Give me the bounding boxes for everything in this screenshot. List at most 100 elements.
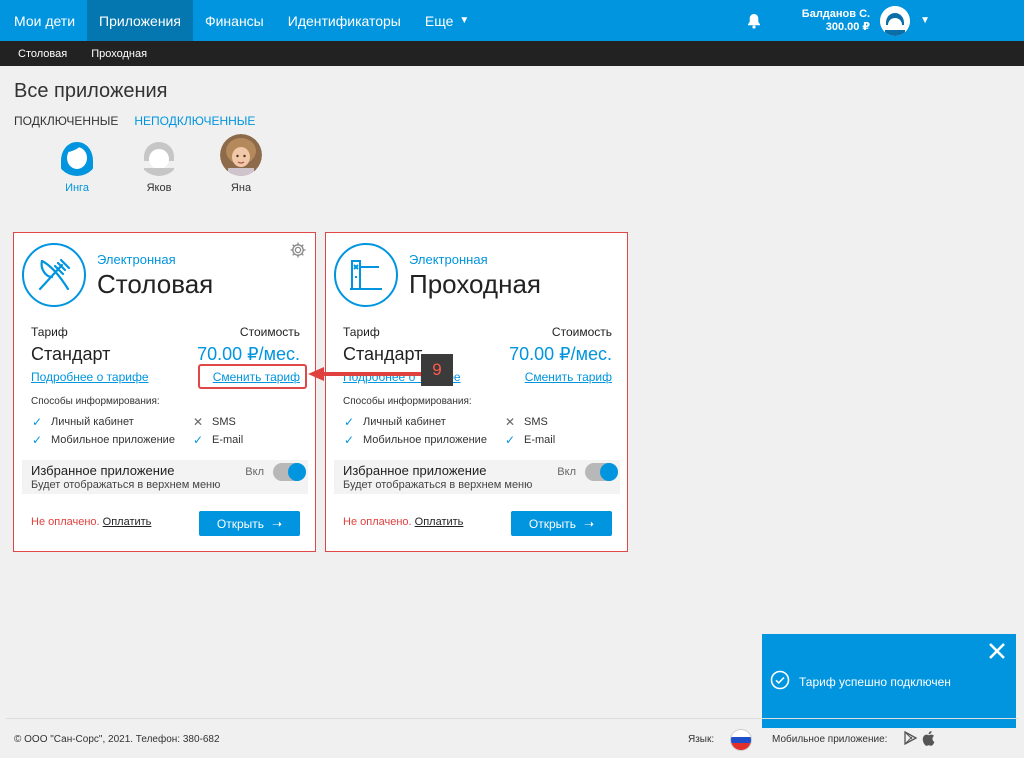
pay-link[interactable]: Оплатить <box>103 516 152 528</box>
nav-more-label: Еще <box>424 12 454 29</box>
mobile-app-label: Мобильное приложение: <box>772 734 888 745</box>
google-play-icon[interactable] <box>904 730 918 746</box>
app-card-checkpoint: Электронная Проходная Тариф Стоимость Ст… <box>325 232 628 552</box>
favorite-description: Будет отображаться в верхнем меню <box>31 479 221 491</box>
user-name: Балданов С. <box>801 7 871 20</box>
nav-apps[interactable]: Приложения <box>87 0 193 41</box>
change-tariff-link[interactable]: Сменить тариф <box>213 370 300 384</box>
flag-stripe-white <box>731 730 751 737</box>
user-info[interactable]: Балданов С. 300.00 ₽ <box>802 8 870 34</box>
nav-my-children-label: Мои дети <box>14 12 76 29</box>
check-icon: ✓ <box>31 433 43 447</box>
app-subtitle: Электронная <box>97 252 176 267</box>
child-name: Яков <box>146 182 172 194</box>
flag-stripe-blue <box>731 736 751 744</box>
favorite-description: Будет отображаться в верхнем меню <box>343 479 533 491</box>
cost-label: Стоимость <box>239 325 300 339</box>
option-mobile-app: ✓ Мобильное приложение <box>343 433 487 447</box>
favorite-app-row: Избранное приложение Будет отображаться … <box>334 460 620 494</box>
option-label: Мобильное приложение <box>51 434 175 446</box>
nav-my-children[interactable]: Мои дети <box>0 0 87 41</box>
subnav-canteen[interactable]: Столовая <box>6 48 79 60</box>
nav-more[interactable]: Еще ▼ <box>413 0 481 41</box>
child-yana[interactable]: Яна <box>200 134 282 194</box>
favorite-app-row: Избранное приложение Будет отображаться … <box>22 460 308 494</box>
close-icon[interactable] <box>988 642 1006 660</box>
app-title: Проходная <box>409 269 541 299</box>
annotation-arrow-icon <box>308 367 422 381</box>
option-label: SMS <box>212 416 236 428</box>
child-avatar <box>138 134 180 176</box>
check-icon: ✓ <box>343 415 355 429</box>
children-selector: Инга Яков Яна <box>36 134 282 194</box>
user-balance: 300.00 ₽ <box>825 20 871 33</box>
plan-price: 70.00 ₽/мес. <box>197 344 300 364</box>
nav-finance-label: Финансы <box>204 12 264 29</box>
chevron-down-icon: ▼ <box>459 15 470 26</box>
option-label: Личный кабинет <box>51 416 134 428</box>
open-button-label: Открыть <box>528 516 577 531</box>
check-icon: ✓ <box>343 433 355 447</box>
pay-link[interactable]: Оплатить <box>415 516 464 528</box>
tariff-label: Тариф <box>343 325 380 339</box>
success-toast: Тариф успешно подключен <box>762 634 1016 728</box>
option-sms: ✕ SMS <box>504 415 548 429</box>
unpaid-text: Не оплачено. <box>343 516 412 528</box>
sub-navbar: Столовая Проходная <box>0 41 1024 66</box>
toggle-knob <box>288 463 306 481</box>
canteen-cutlery-icon <box>22 243 86 307</box>
gear-icon[interactable] <box>289 241 307 259</box>
tab-not-connected[interactable]: НЕПОДКЛЮЧЕННЫЕ <box>134 114 255 128</box>
child-yakov[interactable]: Яков <box>118 134 200 194</box>
plan-name: Стандарт <box>343 344 423 364</box>
payment-status: Не оплачено. Оплатить <box>31 516 151 528</box>
turnstile-icon <box>334 243 398 307</box>
tab-connected[interactable]: ПОДКЛЮЧЕННЫЕ <box>14 114 118 128</box>
open-app-button[interactable]: Открыть ➝ <box>511 511 612 536</box>
app-title: Столовая <box>97 269 214 299</box>
bell-icon[interactable] <box>744 11 764 31</box>
check-icon: ✓ <box>504 433 516 447</box>
option-label: SMS <box>524 416 548 428</box>
favorite-toggle[interactable] <box>585 463 618 481</box>
russian-flag-icon[interactable] <box>730 729 752 751</box>
cross-icon: ✕ <box>192 415 204 429</box>
check-icon: ✓ <box>192 433 204 447</box>
tariff-label: Тариф <box>31 325 68 339</box>
nav-finance[interactable]: Финансы <box>193 0 276 41</box>
subnav-checkpoint[interactable]: Проходная <box>79 48 159 60</box>
check-circle-icon <box>770 670 790 690</box>
option-personal-account: ✓ Личный кабинет <box>343 415 446 429</box>
unpaid-text: Не оплачено. <box>31 516 100 528</box>
flag-stripe-red <box>731 743 751 750</box>
page-title: Все приложения <box>14 80 168 102</box>
cost-label: Стоимость <box>551 325 612 339</box>
language-label: Язык: <box>688 734 715 745</box>
child-name: Инга <box>65 182 89 194</box>
user-menu-chevron-icon[interactable]: ▼ <box>920 15 930 26</box>
user-avatar[interactable] <box>880 5 911 36</box>
user-area: Балданов С. 300.00 ₽ ▼ <box>744 0 1024 41</box>
app-subtitle: Электронная <box>409 252 488 267</box>
child-inga[interactable]: Инга <box>36 134 118 194</box>
favorite-state-label: Вкл <box>245 466 264 478</box>
favorite-toggle[interactable] <box>273 463 306 481</box>
open-app-button[interactable]: Открыть ➝ <box>199 511 300 536</box>
check-icon: ✓ <box>31 415 43 429</box>
plan-name: Стандарт <box>31 344 111 364</box>
tariff-details-link[interactable]: Подробнее о тарифе <box>31 370 149 384</box>
arrow-right-icon: ➝ <box>272 516 283 531</box>
open-button-label: Открыть <box>216 516 265 531</box>
toast-message: Тариф успешно подключен <box>799 675 951 689</box>
apple-icon[interactable] <box>922 730 936 746</box>
favorite-state-label: Вкл <box>557 466 576 478</box>
app-card-canteen: Электронная Столовая Тариф Стоимость Ста… <box>13 232 316 552</box>
arrow-right-icon: ➝ <box>584 516 595 531</box>
notification-methods-heading: Способы информирования: <box>31 396 160 407</box>
cross-icon: ✕ <box>504 415 516 429</box>
footer-copyright: © ООО "Сан-Сорс", 2021. Телефон: 380-682 <box>14 734 220 745</box>
toggle-knob <box>600 463 618 481</box>
filter-tabs: ПОДКЛЮЧЕННЫЕ НЕПОДКЛЮЧЕННЫЕ <box>14 114 255 128</box>
nav-identifiers[interactable]: Идентификаторы <box>276 0 413 41</box>
change-tariff-link[interactable]: Сменить тариф <box>525 370 612 384</box>
